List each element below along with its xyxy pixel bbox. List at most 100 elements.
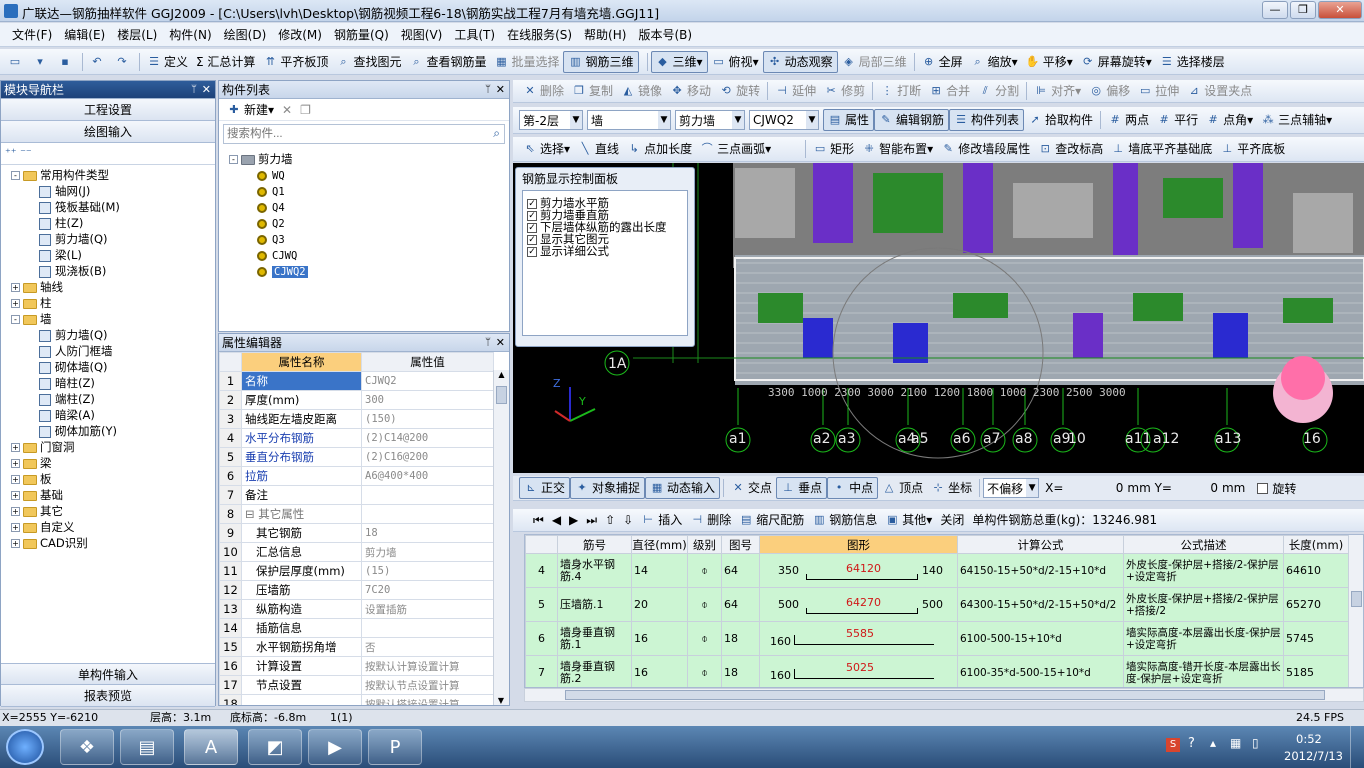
tray-power-icon[interactable]: ▯ — [1252, 736, 1259, 750]
property-value[interactable] — [361, 504, 494, 524]
expand-icon[interactable]: + — [11, 507, 20, 516]
property-row[interactable]: 17 节点设置 按默认节点设置计算 — [219, 675, 494, 695]
property-row[interactable]: 7 备注 — [219, 485, 494, 505]
bar-grade[interactable]: ⌽ — [687, 553, 722, 588]
find-element-button[interactable]: ⌕ 查找图元 — [332, 51, 405, 73]
explorer-icon[interactable]: ▤ — [120, 729, 174, 765]
select-floor-button[interactable]: ☰ 选择楼层 — [1156, 51, 1229, 73]
property-row[interactable]: 16 计算设置 按默认计算设置计算 — [219, 656, 494, 676]
bar-fig-no[interactable]: 64 — [721, 553, 760, 588]
expand-icon[interactable]: + — [11, 539, 20, 548]
insert-row-button[interactable]: ⊢ 插入 — [637, 509, 686, 531]
property-value[interactable] — [361, 618, 494, 638]
redo-icon[interactable]: ↷ — [111, 55, 136, 69]
display-option[interactable]: ✓ 显示详细公式 — [527, 245, 683, 257]
tray-ime-icon[interactable]: S — [1166, 738, 1180, 752]
pan-button[interactable]: ✋ 平移 ▾ — [1022, 51, 1077, 73]
fullscreen-button[interactable]: ⊕ 全屏 — [918, 51, 967, 73]
move-up-icon[interactable]: ⇧ — [601, 509, 619, 531]
component-item[interactable]: CJWQ — [229, 247, 509, 263]
expand-icon[interactable]: - — [11, 171, 20, 180]
first-record-icon[interactable]: ⏮ — [529, 509, 548, 531]
show-desktop-button[interactable] — [1350, 726, 1364, 768]
bar-description[interactable]: 墙实际高度-本层露出长度-保护层+设定弯折 — [1123, 621, 1284, 656]
bar-shape-cell[interactable]: 350 64120 140 — [759, 553, 958, 588]
property-row[interactable]: 12 压墙筋 7C20 — [219, 580, 494, 600]
new-component-button[interactable]: ✚ 新建 ▾ — [223, 99, 278, 121]
menu-rebar[interactable]: 钢筋量(Q) — [328, 23, 395, 47]
bar-grade[interactable]: ⌽ — [687, 655, 722, 687]
close-rebar-button[interactable]: 关闭 — [936, 509, 968, 531]
vertex-snap-toggle[interactable]: △ 顶点 — [878, 477, 927, 499]
pick-component-button[interactable]: ➚ 拾取构件 — [1024, 109, 1097, 131]
open-file-icon[interactable]: ▾ — [29, 55, 54, 69]
category-select[interactable]: 墙 ▼ — [587, 110, 671, 130]
intersection-snap-toggle[interactable]: ✕ 交点 — [727, 477, 776, 499]
scroll-thumb[interactable] — [565, 690, 1325, 700]
nav-tree-item[interactable]: + 板 — [11, 471, 215, 487]
tree-root-shear-wall[interactable]: - 剪力墙 — [229, 151, 509, 167]
nav-tree-item[interactable]: 柱(Z) — [11, 215, 215, 231]
property-value[interactable]: A6@400*400 — [361, 466, 494, 486]
bar-diameter[interactable]: 16 — [631, 655, 688, 687]
nav-tree-item[interactable]: 筏板基础(M) — [11, 199, 215, 215]
menu-edit[interactable]: 编辑(E) — [58, 23, 111, 47]
component-item[interactable]: Q1 — [229, 183, 509, 199]
powerpoint-icon[interactable]: P — [368, 729, 422, 765]
component-item[interactable]: Q4 — [229, 199, 509, 215]
nav-tree-item[interactable]: 暗柱(Z) — [11, 375, 215, 391]
scale-rebar-button[interactable]: ▤ 缩尺配筋 — [735, 509, 808, 531]
rebar-3d-button[interactable]: ▥ 钢筋三维 — [563, 50, 639, 73]
bar-description[interactable]: 外皮长度-保护层+搭接/2-保护层+搭接/2 — [1123, 587, 1284, 622]
rebar-info-button[interactable]: ▥ 钢筋信息 — [808, 509, 881, 531]
other-button[interactable]: ▣ 其他 ▾ — [881, 509, 936, 531]
menu-online[interactable]: 在线服务(S) — [501, 23, 578, 47]
bar-description[interactable]: 外皮长度-保护层+搭接/2-保护层+设定弯折 — [1123, 553, 1284, 588]
bar-formula[interactable]: 6100-35*d-500-15+10*d — [957, 655, 1124, 687]
menu-modify[interactable]: 修改(M) — [272, 23, 328, 47]
rotate-checkbox[interactable] — [1257, 482, 1269, 494]
floor-select[interactable]: 第-2层 ▼ — [519, 110, 583, 130]
bar-grade[interactable]: ⌽ — [687, 621, 722, 656]
property-row[interactable]: 3 轴线距左墙皮距离 (150) — [219, 409, 494, 429]
offset-select[interactable]: 不偏移 ▼ — [983, 478, 1040, 498]
nav-tree-item[interactable]: + 柱 — [11, 295, 215, 311]
property-row[interactable]: 5 垂直分布钢筋 (2)C16@200 — [219, 447, 494, 467]
pin-icon[interactable]: ᛘ — [191, 81, 197, 99]
property-row[interactable]: 1 名称 CJWQ2 — [219, 371, 494, 391]
change-elevation-button[interactable]: ⊡ 查改标高 — [1034, 138, 1107, 160]
expand-icon[interactable]: + — [11, 523, 20, 532]
bar-diameter[interactable]: 20 — [631, 587, 688, 622]
property-row[interactable]: 4 水平分布钢筋 (2)C14@200 — [219, 428, 494, 448]
save-icon[interactable]: ▪ — [54, 55, 79, 69]
nav-tree-item[interactable]: - 常用构件类型 — [11, 167, 215, 183]
bar-diameter[interactable]: 16 — [631, 621, 688, 656]
component-list-button[interactable]: ☰ 构件列表 — [949, 109, 1025, 131]
local-3d-button[interactable]: ◈ 局部三维 — [838, 51, 911, 73]
menu-file[interactable]: 文件(F) — [6, 23, 58, 47]
define-button[interactable]: ☰ 定义 — [143, 51, 192, 73]
move-down-icon[interactable]: ⇩ — [619, 509, 637, 531]
align-slab-top-button[interactable]: ⇈ 平齐板顶 — [259, 51, 332, 73]
property-value[interactable]: (2)C14@200 — [361, 428, 494, 448]
expand-all-icon[interactable]: ⁺⁺ — [5, 146, 17, 159]
nav-tree-item[interactable]: + 自定义 — [11, 519, 215, 535]
ortho-toggle[interactable]: ⊾ 正交 — [519, 477, 571, 499]
expand-icon[interactable]: + — [11, 443, 20, 452]
view-3d-button[interactable]: ◆ 三维 ▾ — [650, 50, 708, 73]
pin-icon[interactable]: ᛘ — [485, 334, 491, 352]
property-value[interactable]: 按默认计算设置计算 — [361, 656, 494, 676]
rebar-row[interactable]: 5 压墙筋.1 20 ⌽ 64 500 64270 500 64300-15+50*d/2-15… — [525, 587, 1349, 622]
break-button[interactable]: ⋮ 打断 — [876, 80, 925, 102]
property-row[interactable]: 6 拉筋 A6@400*400 — [219, 466, 494, 486]
bar-shape-cell[interactable]: 500 64270 500 — [759, 587, 958, 622]
property-row[interactable]: 18 按默认搭接设置计算 — [219, 694, 494, 705]
bar-name[interactable]: 墙身垂直钢筋.1 — [557, 621, 632, 656]
checkbox-checked-icon[interactable]: ✓ — [527, 222, 537, 233]
restore-button[interactable]: ❐ — [1290, 1, 1316, 19]
rebar-vscrollbar[interactable] — [1348, 535, 1363, 687]
next-record-icon[interactable]: ▶ — [565, 509, 582, 531]
prev-record-icon[interactable]: ◀ — [548, 509, 565, 531]
last-record-icon[interactable]: ⏭ — [582, 509, 601, 531]
menu-draw[interactable]: 绘图(D) — [218, 23, 273, 47]
